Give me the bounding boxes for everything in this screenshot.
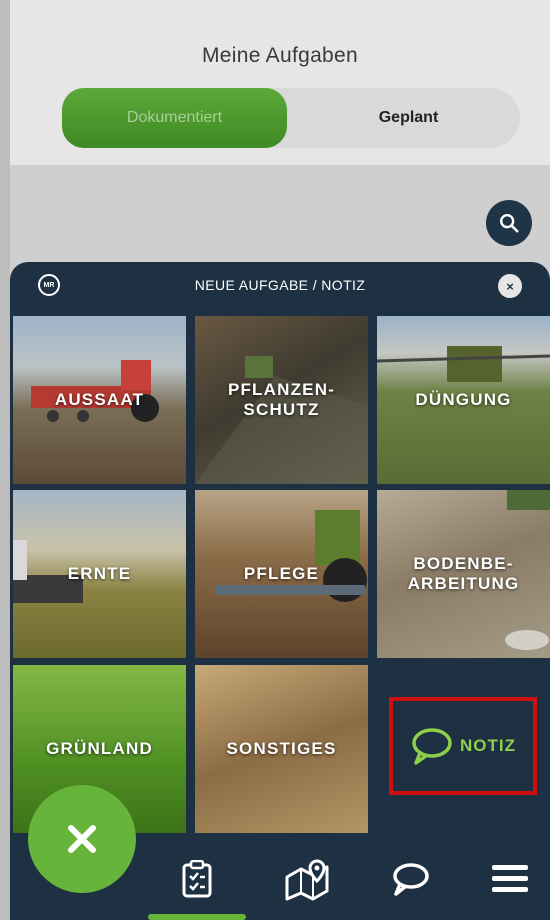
sheet-title: NEUE AUFGABE / NOTIZ	[194, 277, 366, 293]
header: Meine Aufgaben Dokumentiert Geplant	[10, 0, 550, 165]
tile-label: PFLANZEN- SCHUTZ	[227, 380, 336, 419]
tile-sonstiges[interactable]: SONSTIGES	[195, 665, 368, 833]
tile-notiz[interactable]: NOTIZ	[377, 665, 550, 833]
notiz-highlight: NOTIZ	[389, 697, 537, 795]
tile-label: AUSSAAT	[54, 390, 145, 409]
nav-menu[interactable]	[480, 838, 540, 920]
page-title: Meine Aufgaben	[202, 44, 358, 67]
tile-label: GRÜNLAND	[46, 739, 153, 758]
menu-icon	[492, 865, 528, 892]
close-icon	[68, 825, 96, 853]
tile-pflanzenschutz[interactable]: PFLANZEN- SCHUTZ	[195, 316, 368, 484]
search-button[interactable]	[486, 200, 532, 246]
tile-label: PFLEGE	[243, 564, 320, 583]
tile-label: ERNTE	[67, 564, 132, 583]
nav-tasks[interactable]	[168, 838, 226, 920]
tab-dokumentiert[interactable]: Dokumentiert	[62, 88, 287, 148]
segmented-control: Dokumentiert Geplant	[62, 88, 520, 148]
map-pin-icon	[285, 859, 329, 901]
nav-active-indicator	[148, 914, 246, 920]
tile-label: SONSTIGES	[226, 739, 337, 758]
tile-duengung[interactable]: DÜNGUNG	[377, 316, 550, 484]
tile-label: DÜNGUNG	[415, 390, 512, 409]
close-fab-button[interactable]	[28, 785, 136, 893]
tile-pflege[interactable]: PFLEGE	[195, 490, 368, 658]
tab-geplant[interactable]: Geplant	[297, 88, 520, 148]
close-button[interactable]: ×	[498, 274, 522, 298]
nav-map[interactable]	[272, 838, 342, 920]
search-icon	[500, 214, 519, 233]
tile-label: BODENBE- ARBEITUNG	[407, 554, 520, 593]
tile-ernte[interactable]: ERNTE	[13, 490, 186, 658]
tile-label: NOTIZ	[460, 736, 516, 755]
tile-bodenbearbeitung[interactable]: BODENBE- ARBEITUNG	[377, 490, 550, 658]
clipboard-icon	[182, 860, 212, 898]
speech-bubble-icon	[412, 728, 452, 765]
chat-icon	[393, 863, 429, 896]
nav-chat[interactable]	[380, 838, 440, 920]
tile-aussaat[interactable]: AUSSAAT	[13, 316, 186, 484]
